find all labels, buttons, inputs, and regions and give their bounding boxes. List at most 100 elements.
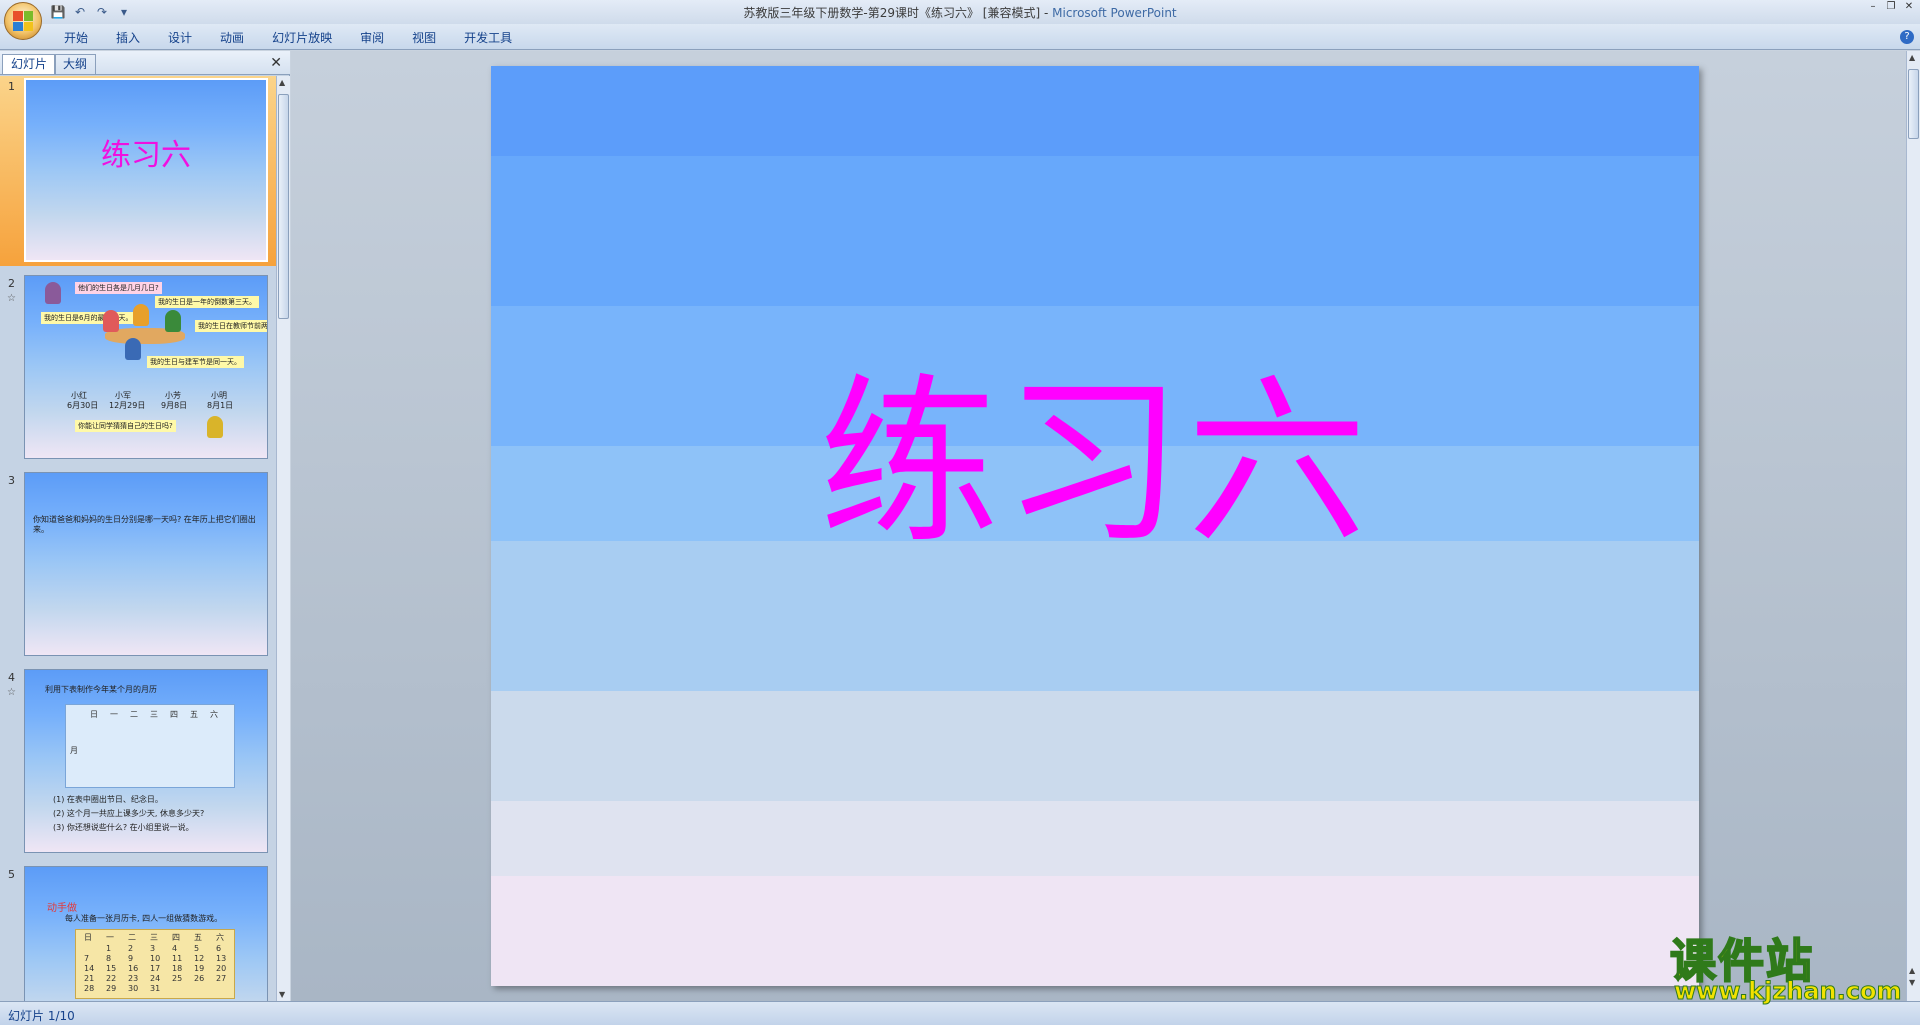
date-cell: 1 — [106, 944, 112, 953]
app-name: Microsoft PowerPoint — [1052, 6, 1177, 20]
slide-number: 4 — [8, 671, 15, 684]
date-cell: 12 — [194, 954, 205, 963]
date-cell: 13 — [216, 954, 227, 963]
minimize-icon[interactable]: – — [1866, 0, 1880, 14]
slide-scrollbar[interactable]: ▲ ▲ ▼ — [1906, 51, 1920, 1001]
date-cell: 11 — [172, 954, 183, 963]
slide-thumbnail-2[interactable]: 2 ☆ 他们的生日各是几月几日? 我的生日是一年的倒数第三天。 我的生日是6月的… — [0, 273, 276, 463]
scroll-down-icon[interactable]: ▼ — [279, 990, 285, 999]
help-icon[interactable]: ? — [1900, 30, 1914, 44]
day-header: 六 — [216, 933, 224, 942]
slide-title[interactable]: 练习六 — [491, 316, 1699, 577]
slide-heading: 利用下表制作今年某个月的月历 — [45, 685, 157, 694]
scrollbar-thumb[interactable] — [278, 94, 289, 319]
day-header: 四 — [172, 933, 180, 942]
kid-image — [103, 310, 119, 332]
thumbnail-scrollbar[interactable]: ▲ ▼ — [276, 76, 290, 1001]
slide-canvas[interactable]: 练习六 — [491, 66, 1699, 986]
date-cell: 4 — [172, 944, 178, 953]
date-cell: 22 — [106, 974, 117, 983]
calendar-table: 月 日 一 二 三 四 五 六 — [65, 704, 235, 788]
previous-slide-icon[interactable]: ▲ — [1909, 966, 1915, 975]
office-logo-icon — [13, 11, 33, 31]
date-cell: 10 — [150, 954, 161, 963]
tab-developer[interactable]: 开发工具 — [450, 29, 526, 47]
scrollbar-thumb[interactable] — [1908, 69, 1919, 139]
date-cell: 8 — [106, 954, 112, 963]
day-header: 三 — [150, 710, 158, 719]
next-slide-icon[interactable]: ▼ — [1909, 978, 1915, 987]
date-cell: 21 — [84, 974, 95, 983]
date-label: 8月1日 — [207, 401, 234, 410]
date-cell: 2 — [128, 944, 134, 953]
tab-animations[interactable]: 动画 — [206, 29, 258, 47]
date-cell: 19 — [194, 964, 205, 973]
close-pane-icon[interactable]: ✕ — [270, 55, 282, 71]
thumbnail-preview: 你知道爸爸和妈妈的生日分别是哪一天吗? 在年历上把它们圈出来。 — [24, 472, 268, 656]
slide-text: (1) 在表中圈出节日、纪念日。 — [53, 795, 163, 804]
slides-pane: 幻灯片 大纲 ✕ 1 练习六 2 ☆ 他们的生日各是几月几日? 我的生日是一年的… — [0, 51, 290, 1001]
date-cell: 9 — [128, 954, 134, 963]
date-cell: 25 — [172, 974, 183, 983]
date-cell: 7 — [84, 954, 90, 963]
close-icon[interactable]: ✕ — [1902, 0, 1916, 14]
kid-image — [133, 304, 149, 326]
speech-bubble: 我的生日与建军节是同一天。 — [147, 356, 244, 368]
day-header: 一 — [110, 710, 118, 719]
thumbnail-preview: 练习六 — [24, 78, 268, 262]
slide-thumbnail-4[interactable]: 4 ☆ 利用下表制作今年某个月的月历 月 日 一 二 三 四 五 六 (1) 在… — [0, 667, 276, 857]
slide-thumbnail-1[interactable]: 1 练习六 — [0, 76, 276, 266]
date-cell: 24 — [150, 974, 161, 983]
date-cell: 15 — [106, 964, 117, 973]
character-image — [45, 282, 61, 304]
slide-thumbnail-5[interactable]: 5 动手做 每人准备一张月历卡, 四人一组做猜数游戏。 日 一 二 三 四 五 … — [0, 864, 276, 1001]
tab-review[interactable]: 审阅 — [346, 29, 398, 47]
date-cell: 31 — [150, 984, 161, 993]
day-header: 五 — [194, 933, 202, 942]
ribbon-tabs: 开始 插入 设计 动画 幻灯片放映 审阅 视图 开发工具 — [50, 29, 526, 47]
background-band — [491, 801, 1699, 876]
date-cell: 27 — [216, 974, 227, 983]
slide-heading: 动手做 — [47, 903, 77, 914]
day-header: 二 — [130, 710, 138, 719]
slide-text: 每人准备一张月历卡, 四人一组做猜数游戏。 — [65, 914, 223, 923]
ribbon: 开始 插入 设计 动画 幻灯片放映 审阅 视图 开发工具 ? — [0, 24, 1920, 50]
tab-insert[interactable]: 插入 — [102, 29, 154, 47]
thumbnail-list: 1 练习六 2 ☆ 他们的生日各是几月几日? 我的生日是一年的倒数第三天。 我的… — [0, 76, 276, 1001]
thumbnail-title: 练习六 — [101, 138, 191, 173]
slide-thumbnail-3[interactable]: 3 你知道爸爸和妈妈的生日分别是哪一天吗? 在年历上把它们圈出来。 — [0, 470, 276, 660]
background-band — [491, 876, 1699, 986]
tab-home[interactable]: 开始 — [50, 29, 102, 47]
tab-design[interactable]: 设计 — [154, 29, 206, 47]
kid-image — [165, 310, 181, 332]
date-cell: 17 — [150, 964, 161, 973]
scroll-up-icon[interactable]: ▲ — [279, 78, 285, 87]
tab-view[interactable]: 视图 — [398, 29, 450, 47]
date-label: 12月29日 — [109, 401, 146, 410]
calendar-card: 日 一 二 三 四 五 六 1 2 3 4 5 6 7 8 9 10 11 12… — [75, 929, 235, 999]
day-header: 一 — [106, 933, 114, 942]
scroll-up-icon[interactable]: ▲ — [1909, 53, 1915, 62]
tab-slides[interactable]: 幻灯片 — [2, 54, 57, 74]
slide-number: 3 — [8, 474, 15, 487]
date-cell: 3 — [150, 944, 156, 953]
day-header: 日 — [90, 710, 98, 719]
date-cell: 30 — [128, 984, 139, 993]
date-cell: 26 — [194, 974, 205, 983]
date-label: 6月30日 — [67, 401, 99, 410]
tab-slideshow[interactable]: 幻灯片放映 — [258, 29, 346, 47]
slide-number: 2 — [8, 277, 15, 290]
window-controls: – ❐ ✕ — [1866, 0, 1916, 14]
tab-outline[interactable]: 大纲 — [54, 54, 97, 74]
thumbnail-preview: 利用下表制作今年某个月的月历 月 日 一 二 三 四 五 六 (1) 在表中圈出… — [24, 669, 268, 853]
date-cell: 28 — [84, 984, 95, 993]
date-cell: 14 — [84, 964, 95, 973]
slide-text: (3) 你还想说些什么? 在小组里说一说。 — [53, 823, 194, 832]
date-cell: 29 — [106, 984, 117, 993]
site-watermark: 课件站 www.kjzhan.com — [1669, 925, 1902, 1006]
office-button[interactable] — [4, 2, 42, 40]
question-bubble: 他们的生日各是几月几日? — [75, 282, 162, 294]
speech-bubble: 我的生日是一年的倒数第三天。 — [155, 296, 259, 308]
day-header: 日 — [84, 933, 92, 942]
restore-icon[interactable]: ❐ — [1884, 0, 1898, 14]
